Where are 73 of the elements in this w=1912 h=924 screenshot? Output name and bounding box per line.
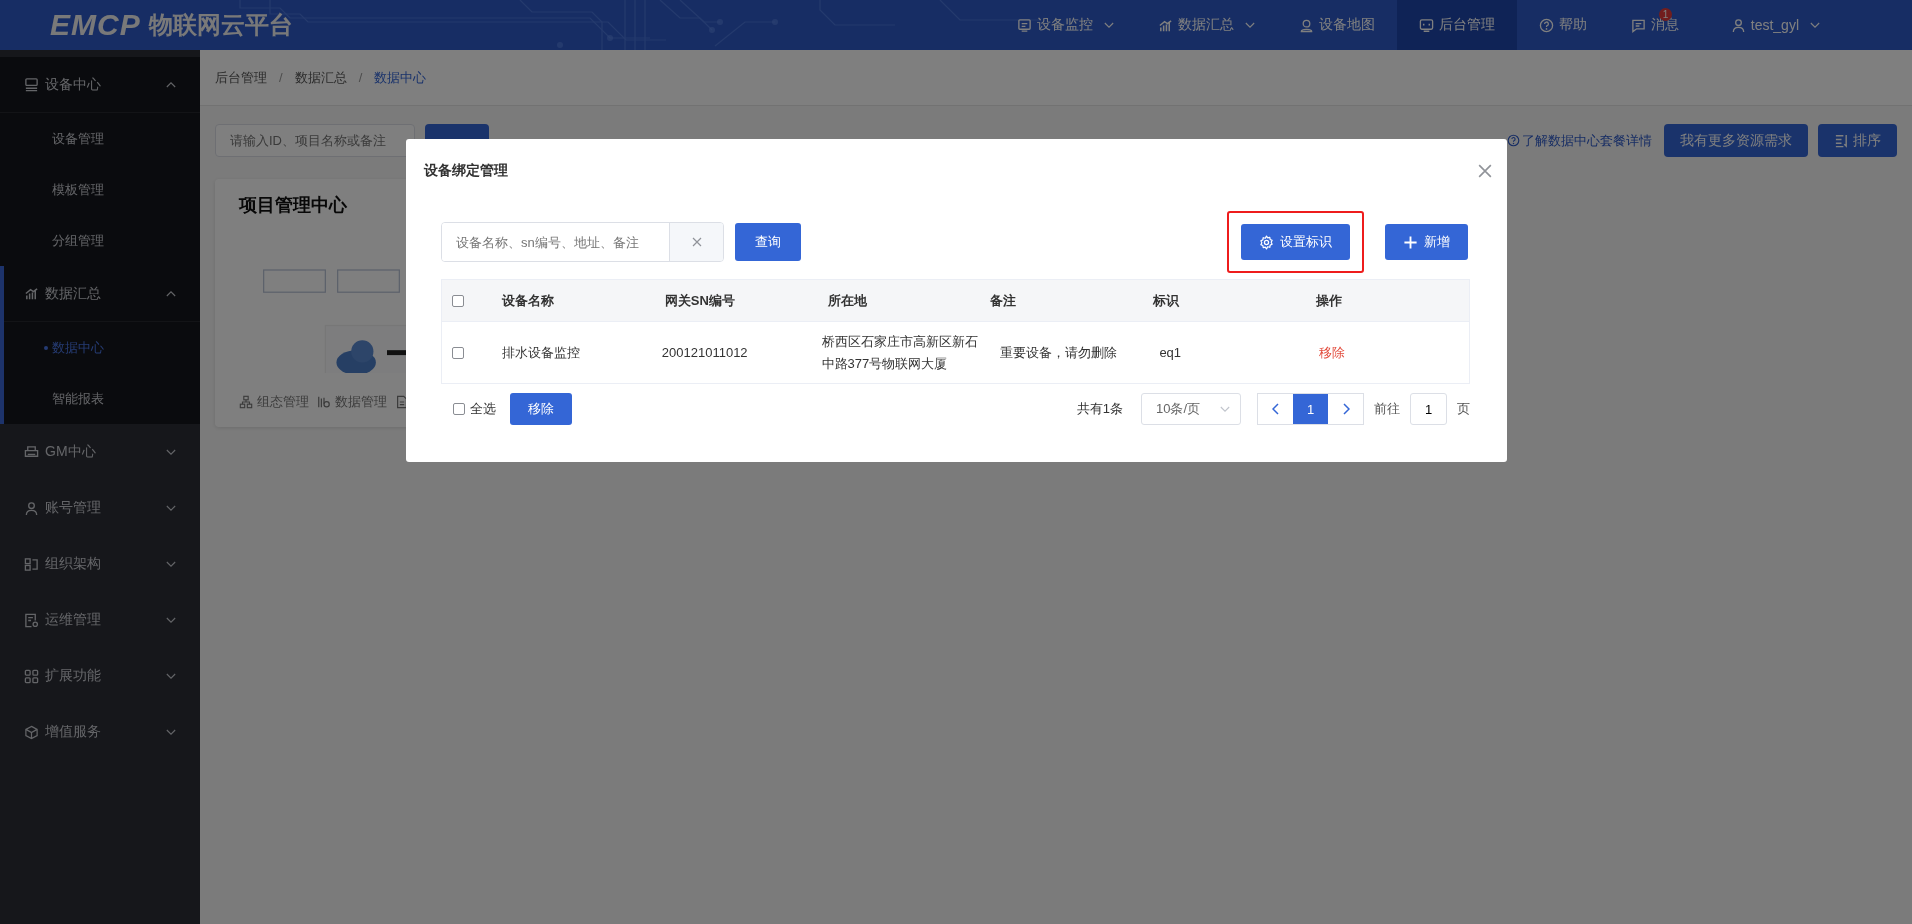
sidebar-group-label: 数据汇总	[45, 284, 102, 303]
sidebar-item-label: 智能报表	[52, 389, 104, 408]
total-count: 共有1条	[1076, 400, 1123, 418]
query-button[interactable]: 查询	[735, 223, 801, 261]
nav-item[interactable]: 数据汇总	[1135, 0, 1277, 50]
page-size-select[interactable]: 10条/页	[1141, 393, 1241, 425]
goto-page-field[interactable]: 1	[1410, 393, 1447, 425]
table-cell-text: 200121011012	[661, 343, 748, 362]
table-cell-text: eq1	[1159, 343, 1182, 362]
sidebar-item-label: 数据中心	[52, 338, 104, 357]
nav-label: 帮助	[1558, 16, 1587, 34]
page-button[interactable]: 1	[1293, 394, 1328, 424]
sidebar-group[interactable]: 扩展功能	[0, 648, 200, 704]
sidebar-group-label: 设备中心	[45, 75, 102, 94]
sidebar-group-label: GM中心	[45, 443, 97, 461]
request-button[interactable]: 我有更多资源需求	[1664, 124, 1808, 157]
set-label-button[interactable]: 设置标识	[1241, 224, 1350, 260]
breadcrumb-item[interactable]: 数据中心	[374, 68, 427, 87]
nav-label: 设备地图	[1318, 16, 1375, 34]
column-header: 所在地	[826, 291, 868, 310]
sidebar-item-label: 模板管理	[52, 180, 104, 199]
nav-label: 后台管理	[1438, 16, 1495, 34]
card-action-label: 组态管理	[257, 393, 309, 411]
column-header: 备注	[989, 291, 1018, 310]
nav-item[interactable]: 设备监控	[994, 0, 1136, 50]
sidebar-group-label: 扩展功能	[45, 667, 102, 685]
page-suffix: 页	[1457, 400, 1470, 418]
user-menu[interactable]: test_gyl	[1700, 0, 1842, 50]
search-field[interactable]: 设备名称、sn编号、地址、备注	[441, 222, 724, 262]
sidebar-group[interactable]: 运维管理	[0, 592, 200, 648]
sort-button[interactable]: 排序	[1818, 124, 1897, 157]
nav-item[interactable]: 设备地图	[1276, 0, 1397, 50]
platform-name: 物联网云平台	[148, 10, 293, 40]
user-name: test_gyl	[1750, 17, 1799, 33]
nav-label: 数据汇总	[1177, 16, 1234, 34]
column-header: 设备名称	[501, 291, 555, 310]
search-field[interactable]: 请输入ID、项目名称或备注	[215, 124, 415, 157]
add-button[interactable]: 新增	[1385, 224, 1468, 260]
card-action[interactable]: 数据管理	[317, 393, 387, 411]
sidebar-group-label: 运维管理	[45, 611, 102, 629]
sidebar-group-label: 组织架构	[45, 555, 102, 573]
column-header: 网关SN编号	[663, 291, 736, 310]
card-title: 项目管理中心	[239, 194, 348, 217]
table-cell-text: 桥西区石家庄市高新区新石中路377号物联网大厦	[821, 332, 979, 373]
table-cell-text: 重要设备，请勿删除	[999, 343, 1117, 362]
sidebar-group-label: 账号管理	[45, 499, 102, 517]
breadcrumb-item[interactable]: 后台管理	[215, 68, 267, 87]
sidebar-item-label: 分组管理	[52, 231, 104, 250]
sidebar-item[interactable]: 设备管理	[0, 113, 200, 164]
sidebar-item-label: 设备管理	[52, 129, 104, 148]
sidebar-group[interactable]: 组织架构	[0, 536, 200, 592]
breadcrumb-item[interactable]: 数据汇总	[294, 68, 347, 87]
column-header: 标识	[1152, 291, 1181, 310]
sidebar-group[interactable]: 增值服务	[0, 704, 200, 760]
sidebar-group[interactable]: 账号管理	[0, 480, 200, 536]
sidebar-group-label: 增值服务	[45, 723, 102, 741]
card-action-label: 数据管理	[335, 393, 387, 411]
nav-label: 设备监控	[1036, 16, 1093, 34]
breadcrumb-separator: /	[279, 70, 283, 85]
select-all-label: 全选	[470, 400, 496, 418]
column-header: 操作	[1315, 291, 1344, 310]
sidebar-item[interactable]: 模板管理	[0, 164, 200, 215]
remove-link[interactable]: 移除	[1319, 343, 1346, 362]
remove-button[interactable]: 移除	[510, 393, 572, 425]
goto-label: 前往	[1374, 400, 1400, 418]
table-cell-text: 排水设备监控	[502, 343, 580, 362]
breadcrumb-separator: /	[358, 70, 363, 85]
nav-item[interactable]: 后台管理	[1396, 0, 1517, 50]
sidebar-item[interactable]: 分组管理	[0, 215, 200, 266]
dialog-title: 设备绑定管理	[424, 162, 509, 180]
logo: EMCP	[50, 8, 141, 42]
card-action[interactable]: 组态管理	[239, 393, 309, 411]
sidebar-group[interactable]: GM中心	[0, 424, 200, 480]
